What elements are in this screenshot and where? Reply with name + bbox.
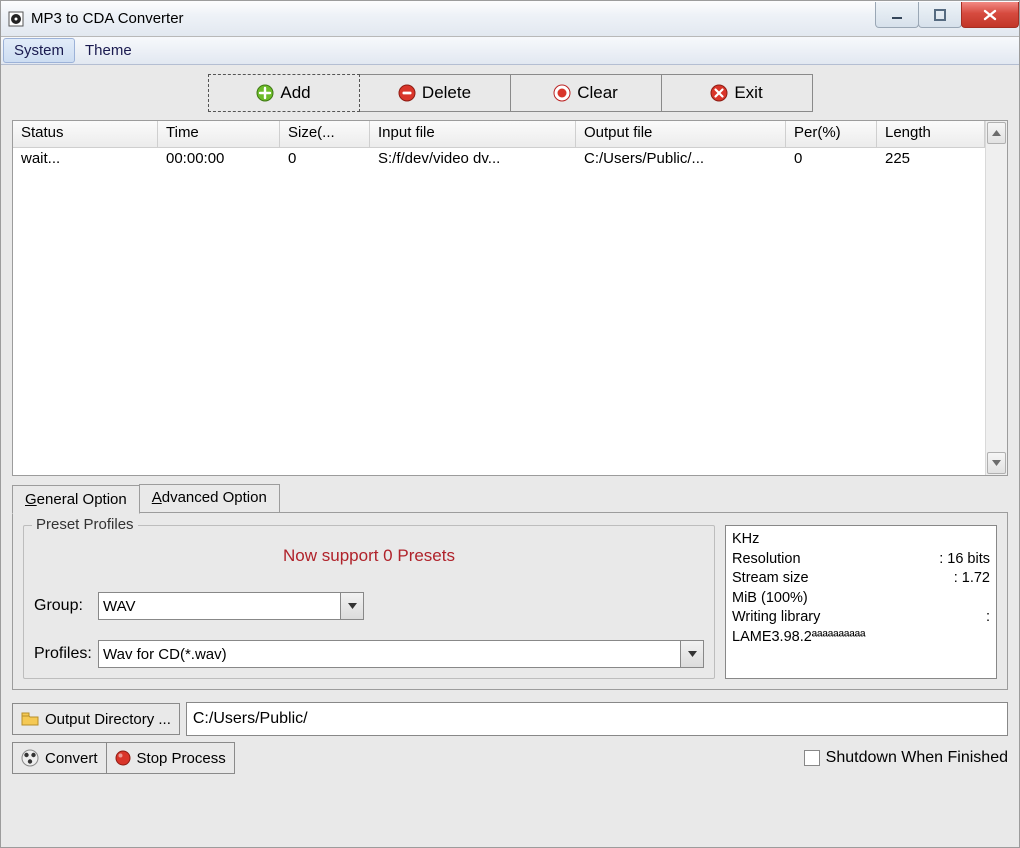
- scroll-track[interactable]: [986, 145, 1007, 451]
- checkbox-icon: [804, 750, 820, 766]
- clear-icon: [553, 84, 571, 102]
- clear-button[interactable]: Clear: [510, 74, 662, 112]
- profiles-value: Wav for CD(*.wav): [103, 646, 227, 663]
- presets-message: Now support 0 Presets: [34, 546, 704, 566]
- col-time[interactable]: Time: [158, 121, 280, 147]
- info-stream-k: Stream size: [732, 569, 954, 589]
- chevron-down-icon: [680, 641, 703, 667]
- exit-icon: [710, 84, 728, 102]
- col-per[interactable]: Per(%): [786, 121, 877, 147]
- col-output[interactable]: Output file: [576, 121, 786, 147]
- window-title: MP3 to CDA Converter: [31, 10, 875, 27]
- minimize-button[interactable]: [875, 2, 919, 28]
- app-window: MP3 to CDA Converter System Theme Add De…: [0, 0, 1020, 848]
- app-icon: [7, 10, 25, 28]
- col-length[interactable]: Length: [877, 121, 985, 147]
- group-value: WAV: [103, 598, 136, 615]
- options-panel: Preset Profiles Now support 0 Presets Gr…: [12, 512, 1008, 690]
- menu-system[interactable]: System: [3, 38, 75, 63]
- info-resolution-v: : 16 bits: [939, 550, 990, 570]
- profiles-label: Profiles:: [34, 645, 98, 663]
- cell-input: S:/f/dev/video dv...: [370, 148, 576, 172]
- folder-icon: [21, 712, 39, 726]
- cell-size: 0: [280, 148, 370, 172]
- table-row[interactable]: wait... 00:00:00 0 S:/f/dev/video dv... …: [13, 148, 985, 172]
- info-wl-v: :: [986, 608, 990, 628]
- shutdown-label: Shutdown When Finished: [826, 749, 1008, 767]
- content-area: Add Delete Clear Exit Status Time: [1, 65, 1019, 847]
- exit-button[interactable]: Exit: [661, 74, 813, 112]
- info-lame: LAME3.98.2ªªªªªªªªªª: [732, 628, 990, 648]
- output-directory-button[interactable]: Output Directory ...: [12, 703, 180, 735]
- toolbar: Add Delete Clear Exit: [12, 74, 1008, 112]
- convert-label: Convert: [45, 750, 98, 767]
- bottom-bar: Output Directory ... C:/Users/Public/ Co…: [12, 702, 1008, 774]
- add-button[interactable]: Add: [208, 74, 360, 112]
- info-wl-k: Writing library: [732, 608, 986, 628]
- shutdown-checkbox[interactable]: Shutdown When Finished: [804, 749, 1008, 767]
- stop-icon: [115, 750, 131, 766]
- col-input[interactable]: Input file: [370, 121, 576, 147]
- window-controls: [875, 2, 1019, 27]
- maximize-button[interactable]: [918, 2, 962, 28]
- cell-per: 0: [786, 148, 877, 172]
- output-directory-label: Output Directory ...: [45, 711, 171, 728]
- stop-label: Stop Process: [137, 750, 226, 767]
- clear-label: Clear: [577, 83, 618, 103]
- scroll-up-icon[interactable]: [987, 122, 1006, 144]
- delete-icon: [398, 84, 416, 102]
- group-combo[interactable]: WAV: [98, 592, 364, 620]
- tab-general[interactable]: General Option: [12, 485, 140, 514]
- col-size[interactable]: Size(...: [280, 121, 370, 147]
- cell-status: wait...: [13, 148, 158, 172]
- convert-icon: [21, 749, 39, 767]
- delete-label: Delete: [422, 83, 471, 103]
- preset-legend: Preset Profiles: [32, 516, 138, 533]
- add-label: Add: [280, 83, 310, 103]
- file-info-box: KHz Resolution: 16 bits Stream size: 1.7…: [725, 525, 997, 679]
- convert-button[interactable]: Convert: [12, 742, 107, 774]
- info-mib: MiB (100%): [732, 589, 990, 609]
- chevron-down-icon: [340, 593, 363, 619]
- scrollbar[interactable]: [985, 121, 1007, 475]
- cell-output: C:/Users/Public/...: [576, 148, 786, 172]
- exit-label: Exit: [734, 83, 762, 103]
- menu-theme[interactable]: Theme: [75, 37, 142, 64]
- file-list: Status Time Size(... Input file Output f…: [12, 120, 1008, 476]
- info-khz: KHz: [732, 530, 990, 550]
- delete-button[interactable]: Delete: [359, 74, 511, 112]
- group-label: Group:: [34, 597, 98, 615]
- close-button[interactable]: [961, 2, 1019, 28]
- option-tabs: General Option Advanced Option: [12, 484, 1008, 513]
- menu-bar: System Theme: [1, 37, 1019, 65]
- preset-profiles-fieldset: Preset Profiles Now support 0 Presets Gr…: [23, 525, 715, 679]
- add-icon: [256, 84, 274, 102]
- options-section: General Option Advanced Option Preset Pr…: [12, 484, 1008, 690]
- cell-length: 225: [877, 148, 985, 172]
- cell-time: 00:00:00: [158, 148, 280, 172]
- scroll-down-icon[interactable]: [987, 452, 1006, 474]
- profiles-combo[interactable]: Wav for CD(*.wav): [98, 640, 704, 668]
- info-stream-v: : 1.72: [954, 569, 990, 589]
- info-resolution-k: Resolution: [732, 550, 939, 570]
- title-bar[interactable]: MP3 to CDA Converter: [1, 1, 1019, 37]
- output-path-field[interactable]: C:/Users/Public/: [186, 702, 1008, 736]
- list-header: Status Time Size(... Input file Output f…: [13, 121, 985, 148]
- tab-advanced[interactable]: Advanced Option: [139, 484, 280, 513]
- col-status[interactable]: Status: [13, 121, 158, 147]
- stop-process-button[interactable]: Stop Process: [106, 742, 235, 774]
